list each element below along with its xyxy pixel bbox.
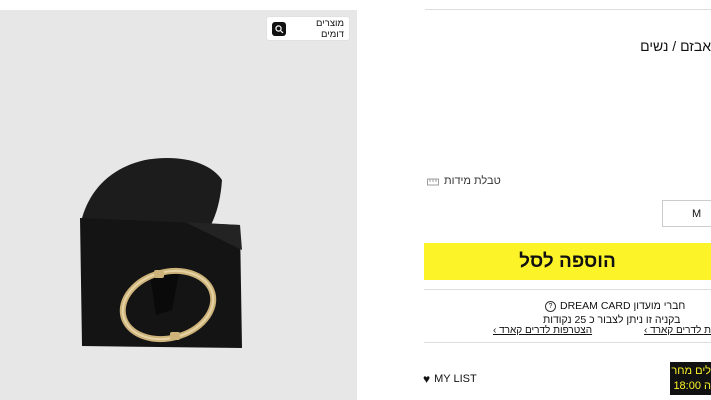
my-list-button[interactable]: ♥ MY LIST (423, 372, 477, 386)
dream-card-members: חברי מועדון DREAM CARD ? (545, 300, 685, 312)
promo-line-2: ה 18:00 (673, 379, 711, 392)
divider (424, 342, 711, 343)
add-to-cart-button[interactable]: הוספה לסל (424, 243, 711, 280)
my-list-label: MY LIST (434, 373, 477, 385)
size-guide-label: טבלת מידות (444, 175, 501, 187)
add-to-cart-label: הוספה לסל (519, 250, 616, 272)
size-option-label: M (692, 207, 702, 220)
dream-card-link[interactable]: ת לדרים קארד › (644, 325, 711, 336)
dream-card-join-link[interactable]: הצטרפות לדרים קארד › (493, 325, 592, 336)
product-title: אבזם / נשים (640, 38, 711, 54)
similar-products-button[interactable]: מוצרים דומים (267, 17, 349, 40)
divider (425, 9, 711, 10)
delivery-promo-badge[interactable]: לים מחר ה 18:00 (670, 362, 711, 395)
divider (424, 289, 711, 290)
help-icon[interactable]: ? (545, 300, 556, 312)
dream-card-label: חברי מועדון DREAM CARD (560, 300, 686, 312)
heart-icon: ♥ (423, 372, 431, 386)
size-guide-link[interactable]: טבלת מידות (427, 175, 501, 187)
ruler-icon (427, 178, 439, 186)
size-option-m[interactable]: M (662, 200, 711, 227)
top-strip (0, 0, 357, 10)
belt-product-image (80, 158, 242, 348)
promo-line-1: לים מחר (671, 364, 711, 377)
product-details-panel: אבזם / נשים טבלת מידות M הוספה לסל חברי … (357, 0, 711, 400)
visual-search-icon (272, 21, 286, 36)
similar-products-label: מוצרים דומים (316, 17, 344, 40)
